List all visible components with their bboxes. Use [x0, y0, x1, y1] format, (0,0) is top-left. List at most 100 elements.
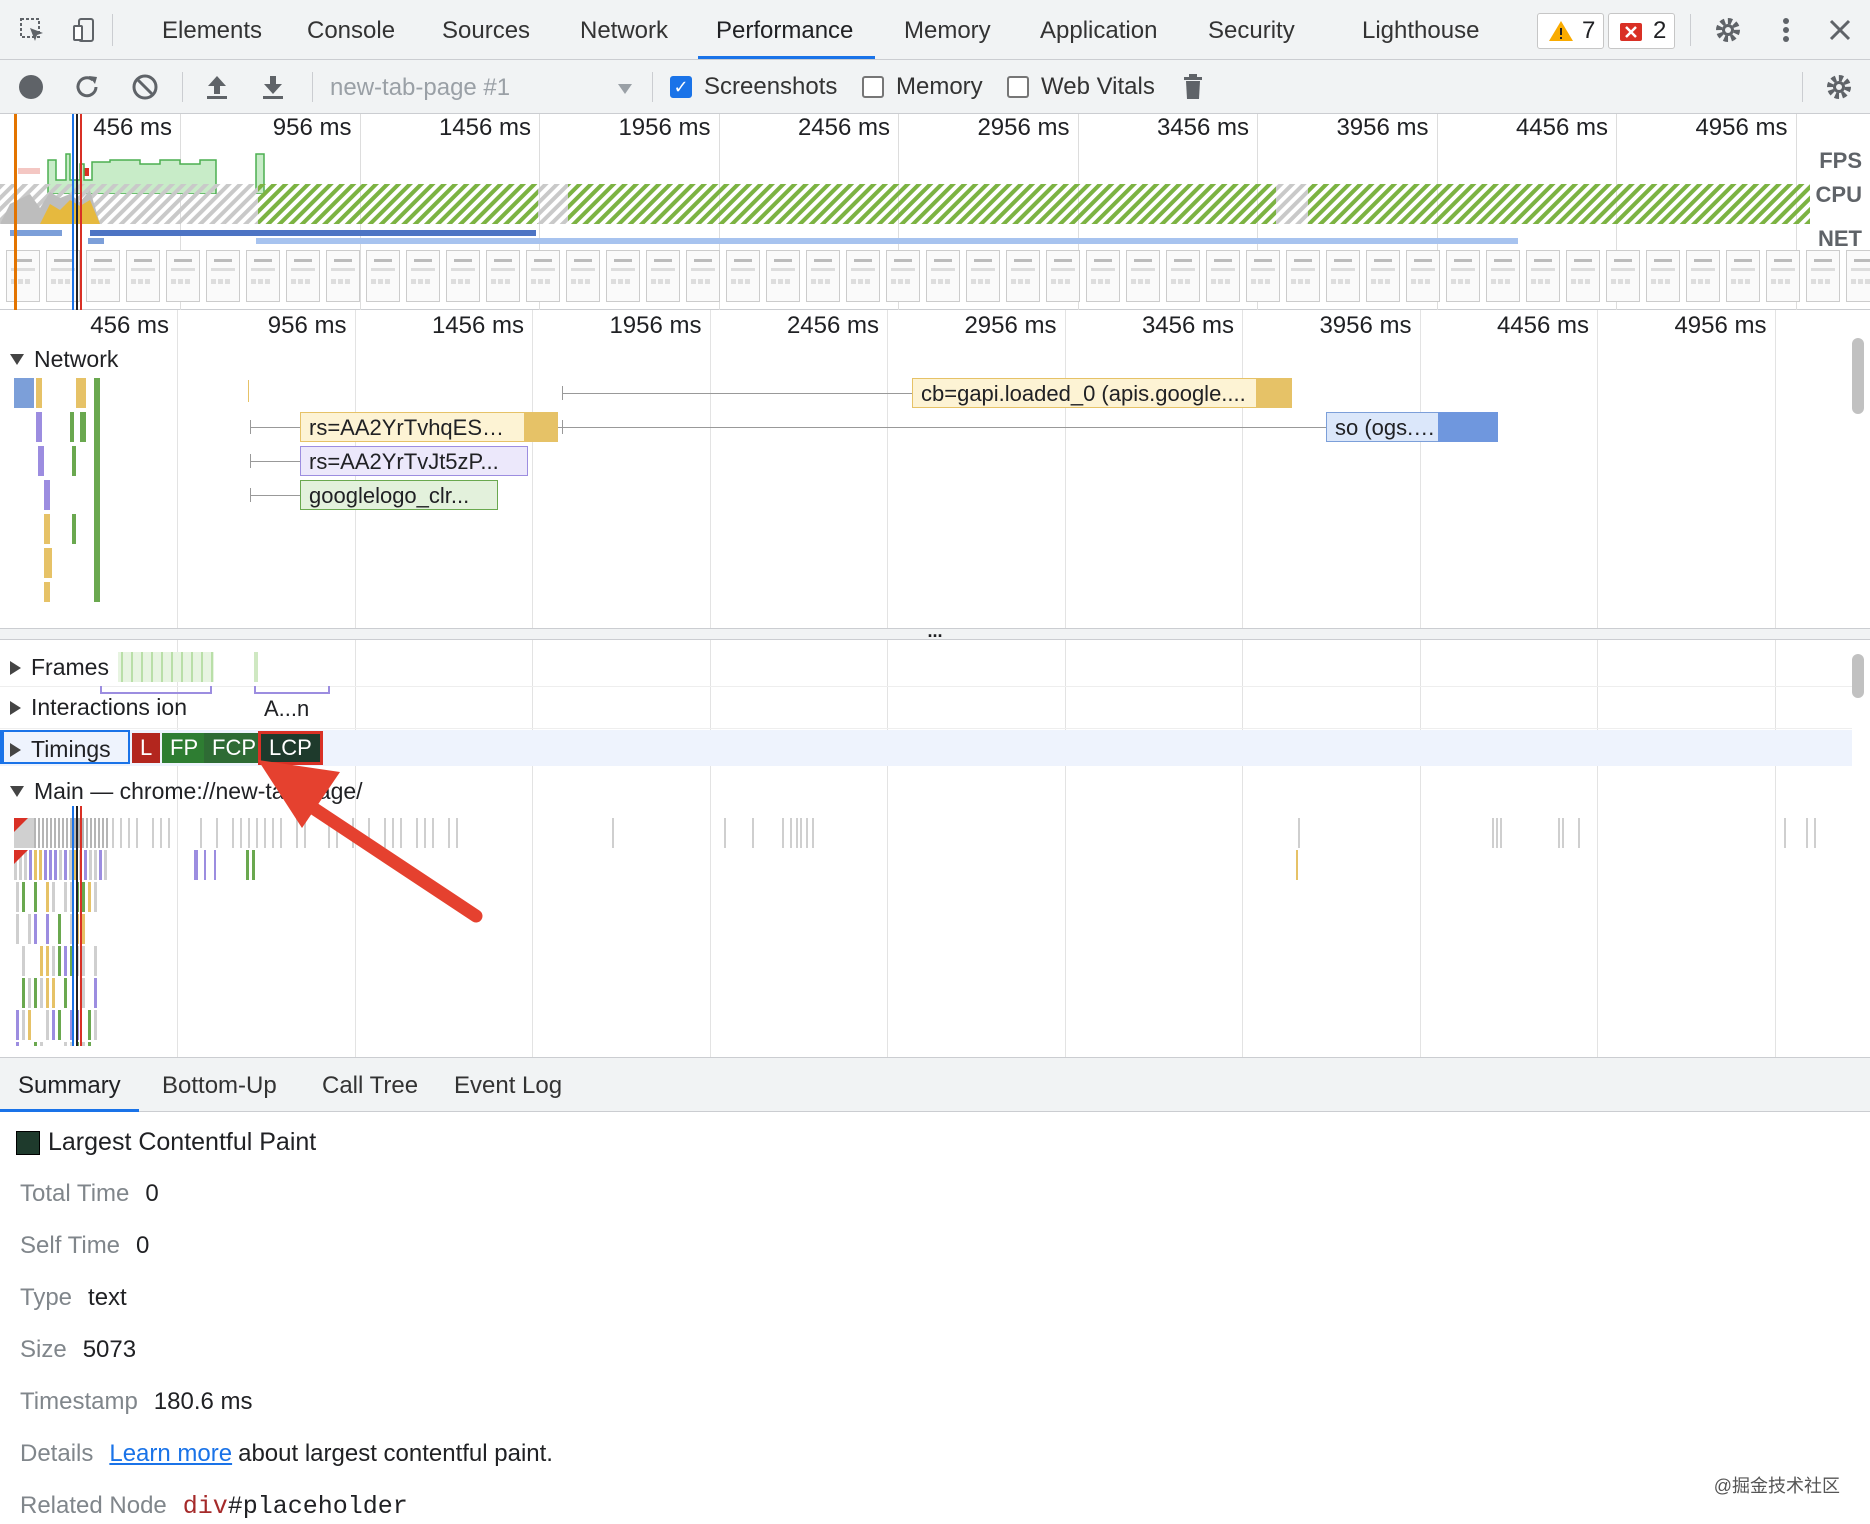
screenshot-thumbnail[interactable]: [686, 250, 720, 302]
screenshot-thumbnail[interactable]: [246, 250, 280, 302]
screenshot-thumbnail[interactable]: [366, 250, 400, 302]
screenshot-thumbnail[interactable]: [1286, 250, 1320, 302]
close-devtools-icon[interactable]: [1824, 14, 1856, 46]
capture-settings-gear-icon[interactable]: [1822, 70, 1856, 104]
screenshot-thumbnail[interactable]: [1686, 250, 1720, 302]
screenshot-thumbnail[interactable]: [1446, 250, 1480, 302]
pane-splitter[interactable]: ...: [0, 628, 1870, 640]
timings-track-title[interactable]: Timings: [10, 736, 111, 763]
network-scrollbar[interactable]: [1852, 338, 1864, 414]
screenshot-thumbnail[interactable]: [886, 250, 920, 302]
screenshot-thumbnail[interactable]: [286, 250, 320, 302]
screenshot-thumbnail[interactable]: [966, 250, 1000, 302]
screenshot-thumbnail[interactable]: [926, 250, 960, 302]
screenshot-thumbnail[interactable]: [566, 250, 600, 302]
overview-tick-label: 1456 ms: [371, 114, 531, 142]
timing-marker-load[interactable]: L: [132, 733, 160, 763]
screenshot-thumbnail[interactable]: [1166, 250, 1200, 302]
screenshot-thumbnail[interactable]: [806, 250, 840, 302]
tab-performance[interactable]: Performance: [698, 0, 875, 59]
interactions-track-title[interactable]: Interactions ion: [10, 694, 187, 721]
interactions-track-label: Interactions ion: [31, 694, 187, 721]
related-node-link[interactable]: div#placeholder: [183, 1492, 408, 1521]
screenshot-thumbnail[interactable]: [206, 250, 240, 302]
reload-record-icon[interactable]: [70, 70, 104, 104]
screenshot-thumbnail[interactable]: [486, 250, 520, 302]
screenshot-thumbnail[interactable]: [126, 250, 160, 302]
screenshot-thumbnail[interactable]: [6, 250, 40, 302]
tab-lighthouse[interactable]: Lighthouse: [1360, 0, 1481, 59]
screenshot-thumbnail[interactable]: [606, 250, 640, 302]
upload-profile-icon[interactable]: [200, 70, 234, 104]
screenshot-thumbnail[interactable]: [406, 250, 440, 302]
screenshot-thumbnail[interactable]: [526, 250, 560, 302]
selection-left-handle[interactable]: [14, 114, 17, 310]
screenshot-thumbnail[interactable]: [1726, 250, 1760, 302]
screenshot-thumbnail[interactable]: [766, 250, 800, 302]
flame-slice: [34, 1042, 37, 1046]
tab-elements[interactable]: Elements: [160, 0, 264, 59]
memory-checkbox[interactable]: Memory: [862, 73, 983, 101]
screenshot-thumbnail[interactable]: [1086, 250, 1120, 302]
network-track-title[interactable]: Network: [10, 346, 118, 373]
timeline-overview[interactable]: 456 ms 956 ms 1456 ms 1956 ms 2456 ms 2956 ms…: [0, 114, 1870, 310]
screenshot-thumbnail[interactable]: [86, 250, 120, 302]
screenshot-thumbnail[interactable]: [726, 250, 760, 302]
web-vitals-checkbox[interactable]: Web Vitals: [1007, 73, 1155, 101]
screenshot-thumbnail[interactable]: [1406, 250, 1440, 302]
screenshot-thumbnail[interactable]: [326, 250, 360, 302]
screenshot-thumbnail[interactable]: [1366, 250, 1400, 302]
tab-call-tree[interactable]: Call Tree: [320, 1058, 420, 1112]
more-options-icon[interactable]: [1770, 14, 1802, 46]
timing-marker-fp[interactable]: FP: [162, 733, 206, 763]
screenshot-thumbnail[interactable]: [1566, 250, 1600, 302]
interaction-event-label[interactable]: A...n: [264, 696, 309, 722]
tab-summary[interactable]: Summary: [0, 1058, 139, 1112]
request-bar-rs1[interactable]: rs=AA2YrTvhqESG8...: [300, 412, 558, 442]
profile-select[interactable]: new-tab-page #1: [330, 72, 640, 104]
download-profile-icon[interactable]: [256, 70, 290, 104]
screenshot-thumbnail[interactable]: [646, 250, 680, 302]
screenshot-thumbnail[interactable]: [1646, 250, 1680, 302]
flame-chart[interactable]: 456 ms 956 ms 1456 ms 1956 ms 2456 ms 2956 ms…: [0, 310, 1870, 1057]
tab-memory[interactable]: Memory: [902, 0, 993, 59]
request-bar-googlelogo[interactable]: googlelogo_clr...: [300, 480, 498, 510]
screenshot-thumbnail[interactable]: [846, 250, 880, 302]
device-toolbar-icon[interactable]: [68, 14, 100, 46]
screenshot-thumbnail[interactable]: [1846, 250, 1870, 302]
screenshot-thumbnail[interactable]: [1006, 250, 1040, 302]
screenshots-checkbox[interactable]: ✓ Screenshots: [670, 73, 837, 101]
screenshot-thumbnail[interactable]: [1806, 250, 1840, 302]
screenshot-thumbnail[interactable]: [1246, 250, 1280, 302]
record-button[interactable]: [14, 70, 48, 104]
clear-icon[interactable]: [128, 70, 162, 104]
screenshot-thumbnail[interactable]: [1766, 250, 1800, 302]
tab-sources[interactable]: Sources: [440, 0, 532, 59]
request-bar-rs2[interactable]: rs=AA2YrTvJt5zP...: [300, 446, 528, 476]
learn-more-link[interactable]: Learn more: [109, 1440, 232, 1467]
tab-bottom-up[interactable]: Bottom-Up: [160, 1058, 279, 1112]
screenshot-thumbnail[interactable]: [1206, 250, 1240, 302]
flame-scrollbar[interactable]: [1852, 654, 1864, 698]
tab-event-log[interactable]: Event Log: [452, 1058, 564, 1112]
tab-network[interactable]: Network: [578, 0, 670, 59]
screenshot-thumbnail[interactable]: [46, 250, 80, 302]
screenshot-thumbnail[interactable]: [1046, 250, 1080, 302]
settings-gear-icon[interactable]: [1712, 14, 1744, 46]
tab-application[interactable]: Application: [1038, 0, 1159, 59]
screenshot-thumbnail[interactable]: [446, 250, 480, 302]
screenshot-thumbnail[interactable]: [166, 250, 200, 302]
inspect-element-icon[interactable]: [16, 14, 48, 46]
screenshot-thumbnail[interactable]: [1606, 250, 1640, 302]
tab-console[interactable]: Console: [305, 0, 397, 59]
screenshot-thumbnail[interactable]: [1486, 250, 1520, 302]
screenshot-thumbnail[interactable]: [1326, 250, 1360, 302]
collect-garbage-trash-icon[interactable]: [1176, 70, 1210, 104]
frames-track-title[interactable]: Frames: [10, 654, 109, 681]
screenshot-thumbnail[interactable]: [1526, 250, 1560, 302]
tab-security[interactable]: Security: [1206, 0, 1297, 59]
errors-badge[interactable]: 2: [1608, 13, 1675, 49]
request-bar-gapi[interactable]: cb=gapi.loaded_0 (apis.google....: [912, 378, 1292, 408]
screenshot-thumbnail[interactable]: [1126, 250, 1160, 302]
warnings-badge[interactable]: 7: [1537, 13, 1604, 49]
